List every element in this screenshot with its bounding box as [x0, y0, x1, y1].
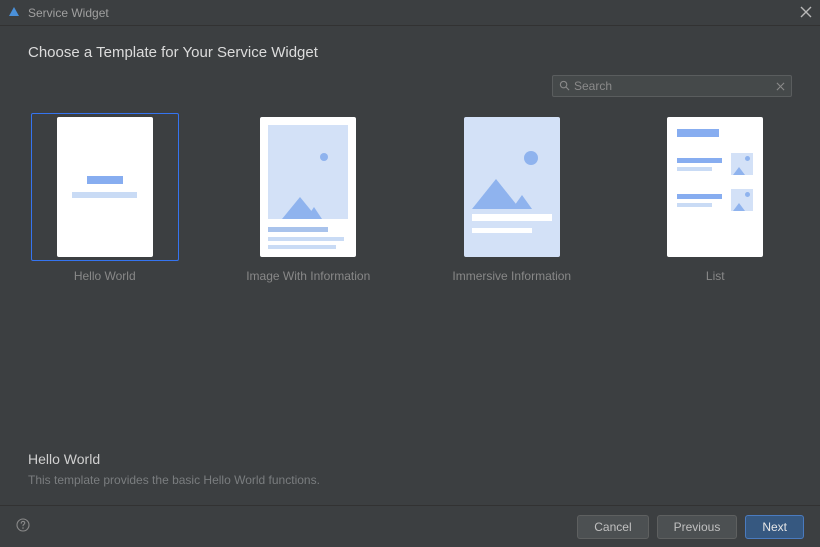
template-detail: Hello World This template provides the b…: [28, 451, 792, 505]
window-title: Service Widget: [28, 6, 109, 20]
search-box[interactable]: [552, 75, 792, 97]
template-label: Image With Information: [246, 269, 370, 283]
cancel-button[interactable]: Cancel: [577, 515, 648, 539]
template-image-with-information[interactable]: Image With Information: [232, 113, 386, 283]
search-input[interactable]: [574, 79, 776, 93]
template-list[interactable]: List: [639, 113, 793, 283]
template-label: Hello World: [74, 269, 136, 283]
search-icon: [559, 79, 570, 94]
app-icon: [6, 5, 22, 21]
template-label: Immersive Information: [452, 269, 571, 283]
next-button[interactable]: Next: [745, 515, 804, 539]
close-icon[interactable]: [798, 4, 814, 20]
clear-icon[interactable]: [776, 79, 785, 94]
previous-button[interactable]: Previous: [657, 515, 738, 539]
button-bar: Cancel Previous Next: [0, 505, 820, 547]
template-immersive-information[interactable]: Immersive Information: [435, 113, 589, 283]
main-content: Choose a Template for Your Service Widge…: [0, 26, 820, 505]
detail-description: This template provides the basic Hello W…: [28, 473, 792, 487]
titlebar: Service Widget: [0, 0, 820, 26]
template-thumb: [234, 113, 382, 261]
template-thumb: [438, 113, 586, 261]
template-thumb: [641, 113, 789, 261]
template-thumb: [31, 113, 179, 261]
template-hello-world[interactable]: Hello World: [28, 113, 182, 283]
search-row: [28, 75, 792, 97]
template-label: List: [706, 269, 725, 283]
page-title: Choose a Template for Your Service Widge…: [28, 44, 792, 61]
templates-grid: Hello World Image With Information: [28, 113, 792, 283]
detail-heading: Hello World: [28, 451, 792, 467]
help-icon[interactable]: [16, 518, 30, 535]
